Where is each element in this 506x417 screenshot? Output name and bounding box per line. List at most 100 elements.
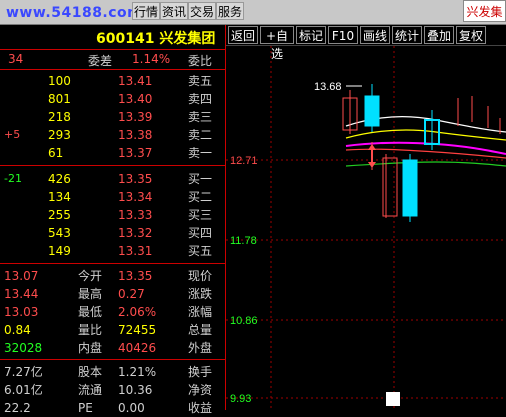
quote-row: 涨跌 0.27 最高 13.44 xyxy=(0,285,225,303)
candle-body xyxy=(382,157,398,217)
window-bar: www.54188.com 行情 资讯 交易 服务 xyxy=(0,0,506,25)
bid-price: 13.34 xyxy=(118,190,153,204)
y-tick-label: 10.86 xyxy=(230,315,258,327)
quote-label: 流通 xyxy=(78,383,103,397)
divider xyxy=(0,359,225,360)
candle-body xyxy=(402,159,418,217)
y-tick-label: 9.93 xyxy=(230,393,251,405)
ask-label: 卖五 xyxy=(188,74,213,88)
quote-value: 13.07 xyxy=(4,269,39,283)
toolbar-stats-button[interactable]: 统计 xyxy=(392,26,422,44)
grid-lines xyxy=(226,159,506,399)
quote-panel: 600141 兴发集团 委比 1.14% 委差 34 卖五 13.41 100 … xyxy=(0,25,226,415)
candlestick-chart[interactable]: 12.71 11.78 10.86 9.93 13.68 xyxy=(226,46,506,410)
toolbar-draw-button[interactable]: 画线 xyxy=(360,26,390,44)
quote-label: 换手 xyxy=(188,365,213,379)
bid-label: 买四 xyxy=(188,226,213,240)
candle-body xyxy=(364,95,380,127)
quote-row: 收益 0.00 PE 22.2 xyxy=(0,399,225,417)
quote-value: 13.35 xyxy=(118,269,153,283)
arrow-up-icon xyxy=(368,144,376,150)
order-ratio-row: 委比 1.14% 委差 34 xyxy=(0,50,225,70)
quote-row: 外盘 40426 内盘 32028 xyxy=(0,339,225,357)
bid-row: 买三 13.33 255 xyxy=(0,206,225,224)
ask-row: 卖五 13.41 100 xyxy=(0,72,225,90)
quote-value: 0.84 xyxy=(4,323,31,337)
ask-price: 13.41 xyxy=(118,74,153,88)
quote-value: 2.06% xyxy=(118,305,157,319)
quote-label: 现价 xyxy=(188,269,213,283)
ask-row: 卖一 13.37 61 xyxy=(0,144,225,162)
bid-change: -21 xyxy=(4,172,22,185)
ask-price: 13.40 xyxy=(118,92,153,106)
menu-button-news[interactable]: 资讯 xyxy=(160,2,188,20)
bid-price: 13.31 xyxy=(118,244,153,258)
toolbar-add-favorite-button[interactable]: +自选 xyxy=(260,26,294,61)
toolbar-f10-button[interactable]: F10 xyxy=(328,26,358,44)
ask-row: 卖四 13.40 801 xyxy=(0,90,225,108)
order-diff-value: 34 xyxy=(8,52,24,66)
watermark-text: www.54188.com xyxy=(6,5,143,21)
quote-value: 32028 xyxy=(4,341,43,355)
bid-label: 买一 xyxy=(188,172,213,186)
order-ratio-label: 委比 xyxy=(188,54,213,68)
ask-volume: 293 xyxy=(48,128,71,142)
quote-label: 涨幅 xyxy=(188,305,213,319)
ask-label: 卖三 xyxy=(188,110,213,124)
menu-button-hq[interactable]: 行情 xyxy=(132,2,160,20)
y-tick-label: 12.71 xyxy=(230,155,258,167)
divider xyxy=(0,263,225,264)
quote-row: 总量 72455 量比 0.84 xyxy=(0,321,225,339)
menu-button-service[interactable]: 服务 xyxy=(216,2,244,20)
bid-volume: 426 xyxy=(48,172,71,186)
ask-volume: 100 xyxy=(48,74,71,88)
candles xyxy=(342,84,501,222)
ask-price: 13.37 xyxy=(118,146,153,160)
order-ratio-value: 1.14% xyxy=(132,52,171,66)
quote-row: 净资 10.36 流通 6.01亿 xyxy=(0,381,225,399)
quote-value: 6.01亿 xyxy=(4,383,43,397)
quote-label: 总量 xyxy=(188,323,213,337)
ask-row: 卖三 13.39 218 xyxy=(0,108,225,126)
ask-change: +5 xyxy=(4,128,21,141)
bid-price: 13.35 xyxy=(118,172,153,186)
quote-label: 外盘 xyxy=(188,341,213,355)
bid-row: 买五 13.31 149 xyxy=(0,242,225,260)
ask-label: 卖一 xyxy=(188,146,213,160)
toolbar-back-button[interactable]: 返回 xyxy=(228,26,258,44)
ask-label: 卖四 xyxy=(188,92,213,106)
bid-price: 13.32 xyxy=(118,226,153,240)
quote-value: 40426 xyxy=(118,341,157,355)
ask-price: 13.38 xyxy=(118,128,153,142)
quote-label: 今开 xyxy=(78,269,103,283)
toolbar-mark-button[interactable]: 标记 xyxy=(296,26,326,44)
order-diff-label: 委差 xyxy=(88,54,113,68)
chart-toolbar: 返回 +自选 标记 F10 画线 统计 叠加 复权 xyxy=(226,25,506,61)
quote-label: 净资 xyxy=(188,383,213,397)
quote-value: 0.00 xyxy=(118,401,145,415)
toolbar-adjust-button[interactable]: 复权 xyxy=(456,26,486,44)
ask-row: 卖二 13.38 293 +5 xyxy=(0,126,225,144)
bid-label: 买五 xyxy=(188,244,213,258)
quote-value: 13.03 xyxy=(4,305,39,319)
bid-label: 买三 xyxy=(188,208,213,222)
bid-volume: 149 xyxy=(48,244,71,258)
quote-value: 10.36 xyxy=(118,383,153,397)
menu-button-trade[interactable]: 交易 xyxy=(188,2,216,20)
ask-volume: 218 xyxy=(48,110,71,124)
quote-label: 最低 xyxy=(78,305,103,319)
quote-label: PE xyxy=(78,401,93,415)
toolbar-overlay-button[interactable]: 叠加 xyxy=(424,26,454,44)
quote-row: 涨幅 2.06% 最低 13.03 xyxy=(0,303,225,321)
quote-value: 13.44 xyxy=(4,287,39,301)
ask-price: 13.39 xyxy=(118,110,153,124)
bid-row: 买四 13.32 543 xyxy=(0,224,225,242)
ask-volume: 61 xyxy=(48,146,64,160)
quote-value: 7.27亿 xyxy=(4,365,43,379)
quote-value: 22.2 xyxy=(4,401,31,415)
quote-row: 现价 13.35 今开 13.07 xyxy=(0,267,225,285)
quote-label: 收益 xyxy=(188,401,213,415)
quote-label: 最高 xyxy=(78,287,103,301)
ask-volume: 801 xyxy=(48,92,71,106)
ask-label: 卖二 xyxy=(188,128,213,142)
